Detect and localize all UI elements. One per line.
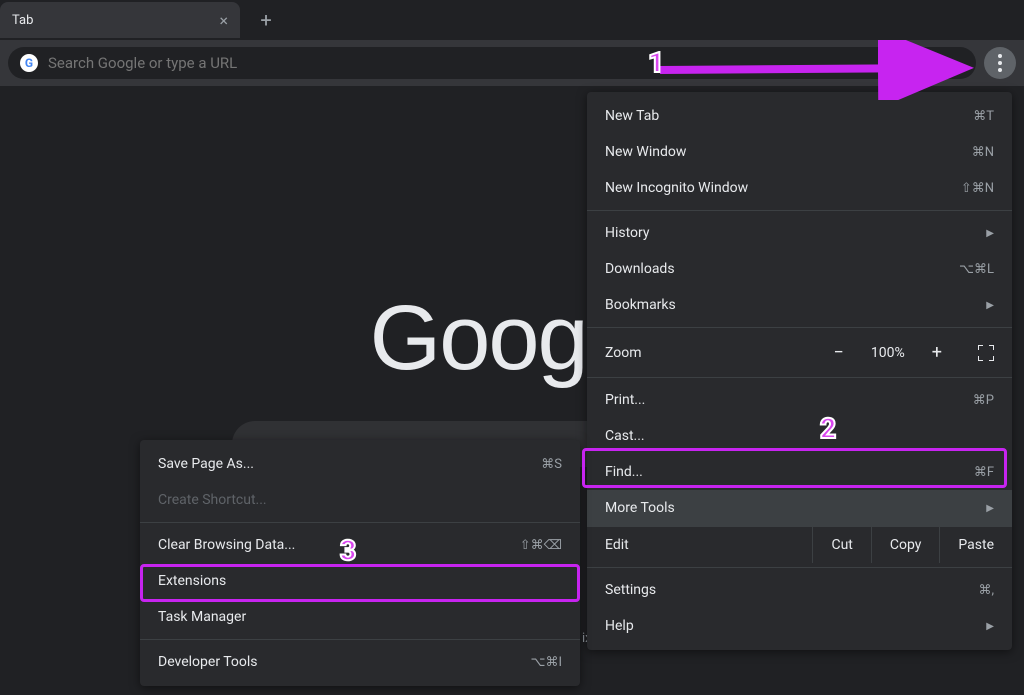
- chevron-right-icon: ▶: [986, 503, 994, 514]
- submenu-save-page[interactable]: Save Page As... ⌘S: [140, 446, 580, 482]
- submenu-create-shortcut: Create Shortcut...: [140, 482, 580, 518]
- chevron-right-icon: ▶: [986, 300, 994, 311]
- zoom-out-button[interactable]: −: [825, 338, 851, 367]
- more-tools-submenu: Save Page As... ⌘S Create Shortcut... Cl…: [140, 440, 580, 686]
- submenu-developer-tools[interactable]: Developer Tools ⌥⌘I: [140, 644, 580, 680]
- menu-downloads[interactable]: Downloads ⌥⌘L: [587, 251, 1012, 287]
- menu-separator: [587, 377, 1012, 378]
- fullscreen-icon[interactable]: [978, 345, 994, 361]
- annotation-number-3: 3: [340, 534, 356, 567]
- menu-separator: [140, 522, 580, 523]
- tab-bar: Tab × +: [0, 0, 1024, 40]
- menu-find[interactable]: Find... ⌘F: [587, 454, 1012, 490]
- browser-tab[interactable]: Tab ×: [0, 2, 240, 38]
- menu-zoom: Zoom − 100% +: [587, 332, 1012, 373]
- google-favicon: G: [20, 54, 38, 72]
- menu-settings[interactable]: Settings ⌘,: [587, 572, 1012, 608]
- menu-separator: [587, 210, 1012, 211]
- chevron-right-icon: ▶: [986, 621, 994, 632]
- menu-history[interactable]: History ▶: [587, 215, 1012, 251]
- submenu-clear-browsing[interactable]: Clear Browsing Data... ⇧⌘⌫: [140, 527, 580, 563]
- annotation-number-2: 2: [820, 412, 836, 445]
- edit-cut-button[interactable]: Cut: [812, 527, 870, 563]
- menu-cast[interactable]: Cast...: [587, 418, 1012, 454]
- submenu-extensions[interactable]: Extensions: [140, 563, 580, 599]
- zoom-in-button[interactable]: +: [924, 338, 950, 367]
- zoom-value: 100%: [868, 345, 908, 361]
- address-input[interactable]: [48, 54, 964, 72]
- menu-help[interactable]: Help ▶: [587, 608, 1012, 644]
- menu-print[interactable]: Print... ⌘P: [587, 382, 1012, 418]
- omnibox[interactable]: G: [8, 47, 976, 79]
- close-tab-icon[interactable]: ×: [219, 11, 228, 30]
- menu-more-tools[interactable]: More Tools ▶: [587, 490, 1012, 526]
- menu-separator: [587, 327, 1012, 328]
- toolbar: G: [0, 40, 1024, 86]
- new-tab-button[interactable]: +: [252, 6, 280, 34]
- menu-new-window[interactable]: New Window ⌘N: [587, 134, 1012, 170]
- edit-paste-button[interactable]: Paste: [939, 527, 1012, 563]
- chrome-main-menu: New Tab ⌘T New Window ⌘N New Incognito W…: [587, 92, 1012, 650]
- tab-title: Tab: [12, 13, 33, 28]
- menu-bookmarks[interactable]: Bookmarks ▶: [587, 287, 1012, 323]
- menu-edit-row: Edit Cut Copy Paste: [587, 526, 1012, 563]
- annotation-number-1: 1: [648, 46, 664, 79]
- menu-separator: [587, 567, 1012, 568]
- menu-separator: [140, 639, 580, 640]
- edit-copy-button[interactable]: Copy: [871, 527, 940, 563]
- menu-new-tab[interactable]: New Tab ⌘T: [587, 98, 1012, 134]
- menu-new-incognito[interactable]: New Incognito Window ⇧⌘N: [587, 170, 1012, 206]
- more-menu-button[interactable]: [984, 47, 1016, 79]
- chevron-right-icon: ▶: [986, 228, 994, 239]
- submenu-task-manager[interactable]: Task Manager: [140, 599, 580, 635]
